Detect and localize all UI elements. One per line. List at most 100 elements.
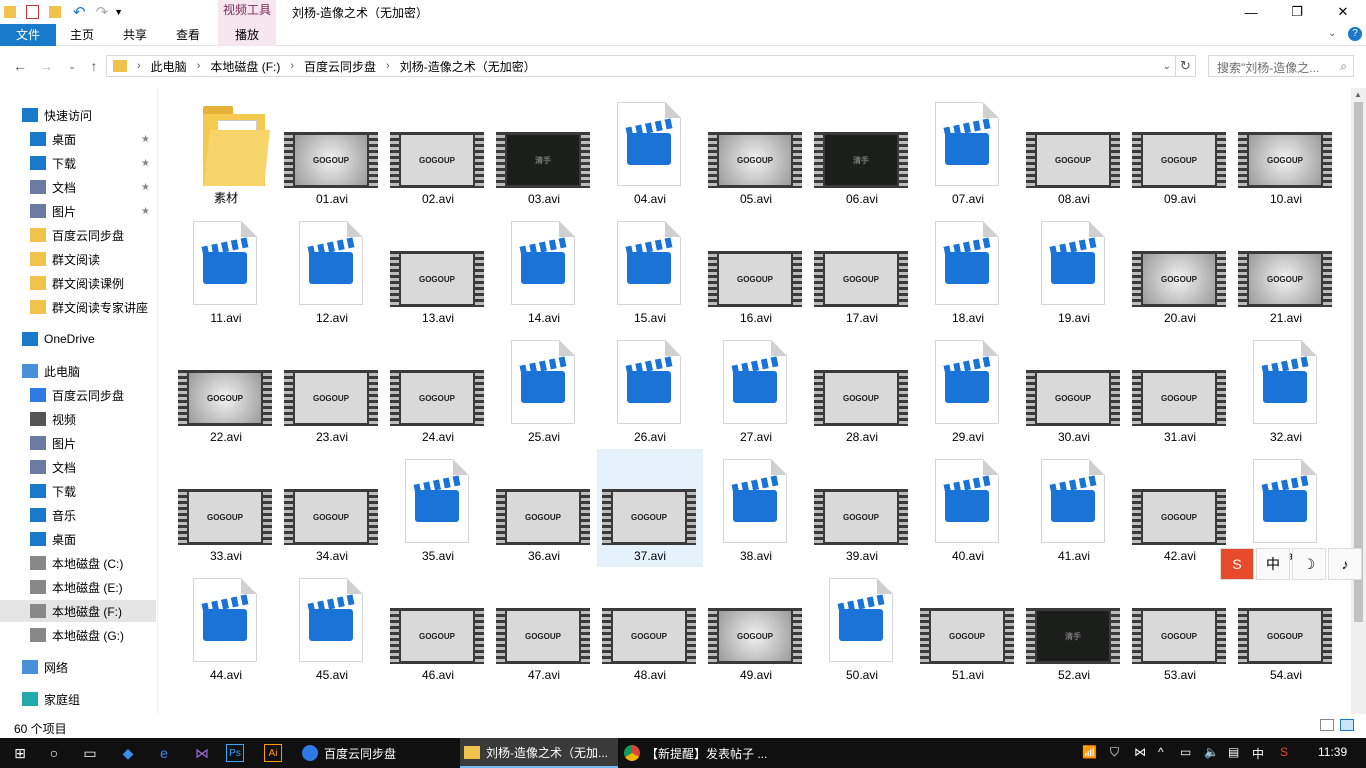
sidebar-item[interactable]: 桌面 ★ <box>0 128 156 150</box>
folder-item[interactable]: 素材 <box>173 92 279 210</box>
video-file-item[interactable]: GOGOUP 20.avi <box>1127 211 1233 329</box>
large-icons-view-icon[interactable] <box>1340 719 1354 731</box>
refresh-icon[interactable]: ↻ <box>1176 55 1196 77</box>
address-bar[interactable]: › 此电脑 › 本地磁盘 (F:) › 百度云同步盘 › 刘杨-造像之术（无加密… <box>106 55 1176 77</box>
task-view-icon[interactable]: ▭ <box>78 741 102 765</box>
video-file-item[interactable]: GOGOUP 13.avi <box>385 211 491 329</box>
vertical-scrollbar[interactable]: ▲ <box>1351 88 1366 714</box>
taskbar-app-baidu[interactable]: 百度云同步盘 <box>298 738 458 768</box>
speaker-icon[interactable]: ♪ <box>1328 548 1362 580</box>
address-history-icon[interactable]: ⌄ <box>1163 61 1171 72</box>
recent-icon[interactable]: ⌄ <box>62 56 82 76</box>
video-file-item[interactable]: GOGOUP 16.avi <box>703 211 809 329</box>
undo-icon[interactable]: ↶ <box>73 3 86 21</box>
video-file-item[interactable]: GOGOUP 33.avi <box>173 449 279 567</box>
tab-file[interactable]: 文件 <box>0 24 56 46</box>
wifi-icon[interactable]: 📶 <box>1082 745 1097 759</box>
forward-icon[interactable]: → <box>36 56 56 76</box>
sidebar-item[interactable]: OneDrive <box>0 328 156 350</box>
pin-icon[interactable]: ★ <box>141 182 150 193</box>
pin-icon[interactable]: ★ <box>141 134 150 145</box>
video-file-item[interactable]: GOGOUP 34.avi <box>279 449 385 567</box>
video-file-item[interactable]: 44.avi <box>173 568 279 686</box>
video-file-item[interactable]: GOGOUP 10.avi <box>1233 92 1339 210</box>
sidebar-item[interactable]: 下载 ★ <box>0 152 156 174</box>
sidebar-item[interactable]: 群文阅读专家讲座 <box>0 296 156 318</box>
sidebar-item[interactable]: 快速访问 <box>0 104 156 126</box>
search-icon[interactable]: ○ <box>42 741 66 765</box>
video-file-item[interactable]: GOGOUP 31.avi <box>1127 330 1233 448</box>
tray-expand-icon[interactable]: ^ <box>1158 745 1164 759</box>
details-view-icon[interactable] <box>1320 719 1334 731</box>
video-file-item[interactable]: GOGOUP 22.avi <box>173 330 279 448</box>
sogou-tray-icon[interactable]: S <box>1280 745 1288 759</box>
video-file-item[interactable]: GOGOUP 21.avi <box>1233 211 1339 329</box>
sidebar-item[interactable]: 群文阅读课例 <box>0 272 156 294</box>
new-folder-icon[interactable] <box>49 6 61 18</box>
sidebar-item[interactable]: 家庭组 <box>0 688 156 710</box>
store-icon[interactable]: ◆ <box>116 741 140 765</box>
video-file-item[interactable]: GOGOUP 51.avi <box>915 568 1021 686</box>
redo-icon[interactable]: ↷ <box>96 3 109 21</box>
video-file-item[interactable]: 38.avi <box>703 449 809 567</box>
video-file-item[interactable]: GOGOUP 39.avi <box>809 449 915 567</box>
moon-icon[interactable]: ☽ <box>1292 548 1326 580</box>
network-icon[interactable]: ▭ <box>1180 745 1191 759</box>
video-file-item[interactable]: 12.avi <box>279 211 385 329</box>
sidebar-item[interactable]: 群文阅读 <box>0 248 156 270</box>
sogou-icon[interactable]: S <box>1220 548 1254 580</box>
help-button[interactable]: ? <box>1348 27 1362 41</box>
visual-studio-tray-icon[interactable]: ⋈ <box>1134 745 1146 759</box>
video-file-item[interactable]: GOGOUP 54.avi <box>1233 568 1339 686</box>
breadcrumb-separator[interactable]: › <box>290 60 294 72</box>
video-file-item[interactable]: 29.avi <box>915 330 1021 448</box>
sidebar-item[interactable]: 音乐 <box>0 504 156 526</box>
sidebar-item[interactable]: 百度云同步盘 <box>0 224 156 246</box>
video-file-item[interactable]: GOGOUP 46.avi <box>385 568 491 686</box>
scroll-up-icon[interactable]: ▲ <box>1354 90 1362 99</box>
breadcrumb-separator[interactable]: › <box>197 60 201 72</box>
video-file-item[interactable]: 45.avi <box>279 568 385 686</box>
pin-icon[interactable]: ★ <box>141 206 150 217</box>
video-file-item[interactable]: 14.avi <box>491 211 597 329</box>
illustrator-icon[interactable]: Ai <box>264 744 282 762</box>
video-file-item[interactable]: 26.avi <box>597 330 703 448</box>
volume-icon[interactable]: 🔈 <box>1204 745 1219 759</box>
sidebar-item[interactable]: 文档 ★ <box>0 176 156 198</box>
sidebar-item[interactable]: 图片 ★ <box>0 200 156 222</box>
video-file-item[interactable]: GOGOUP 23.avi <box>279 330 385 448</box>
tab-share[interactable]: 共享 <box>108 24 162 46</box>
security-icon[interactable]: ⛉ <box>1110 745 1119 760</box>
action-center-icon[interactable]: ▤ <box>1228 745 1239 759</box>
breadcrumb-drive-f[interactable]: 本地磁盘 (F:) <box>210 58 280 75</box>
pin-icon[interactable]: ★ <box>141 158 150 169</box>
scrollbar-thumb[interactable] <box>1354 102 1363 622</box>
breadcrumb-baidu[interactable]: 百度云同步盘 <box>304 58 376 75</box>
video-file-item[interactable]: GOGOUP 08.avi <box>1021 92 1127 210</box>
sidebar-item[interactable]: 下载 <box>0 480 156 502</box>
up-icon[interactable]: ↑ <box>84 56 104 76</box>
sidebar-item[interactable]: 视频 <box>0 408 156 430</box>
properties-icon[interactable] <box>26 5 39 19</box>
maximize-button[interactable]: ❐ <box>1274 0 1320 24</box>
visual-studio-icon[interactable]: ⋈ <box>190 741 214 765</box>
video-file-item[interactable]: GOGOUP 01.avi <box>279 92 385 210</box>
video-file-item[interactable]: GOGOUP 17.avi <box>809 211 915 329</box>
breadcrumb-current-folder[interactable]: 刘杨-造像之术（无加密） <box>400 58 536 75</box>
customize-quick-access-icon[interactable]: ▼ <box>114 7 123 17</box>
video-file-item[interactable]: 41.avi <box>1021 449 1127 567</box>
photoshop-icon[interactable]: Ps <box>226 744 244 762</box>
sidebar-item[interactable]: 本地磁盘 (F:) <box>0 600 156 622</box>
video-file-item[interactable]: GOGOUP 37.avi <box>597 449 703 567</box>
close-button[interactable]: ✕ <box>1320 0 1366 24</box>
tab-play[interactable]: 播放 <box>218 24 276 46</box>
video-file-item[interactable]: 27.avi <box>703 330 809 448</box>
breadcrumb-this-pc[interactable]: 此电脑 <box>151 58 187 75</box>
video-file-item[interactable]: GOGOUP 48.avi <box>597 568 703 686</box>
search-input[interactable]: 搜索"刘杨-造像之... ⌕ <box>1208 55 1354 77</box>
tray-language[interactable]: 中 <box>1252 745 1264 762</box>
video-file-item[interactable]: GOGOUP 28.avi <box>809 330 915 448</box>
video-file-item[interactable]: 50.avi <box>809 568 915 686</box>
sidebar-item[interactable]: 本地磁盘 (E:) <box>0 576 156 598</box>
breadcrumb-separator[interactable]: › <box>386 60 390 72</box>
